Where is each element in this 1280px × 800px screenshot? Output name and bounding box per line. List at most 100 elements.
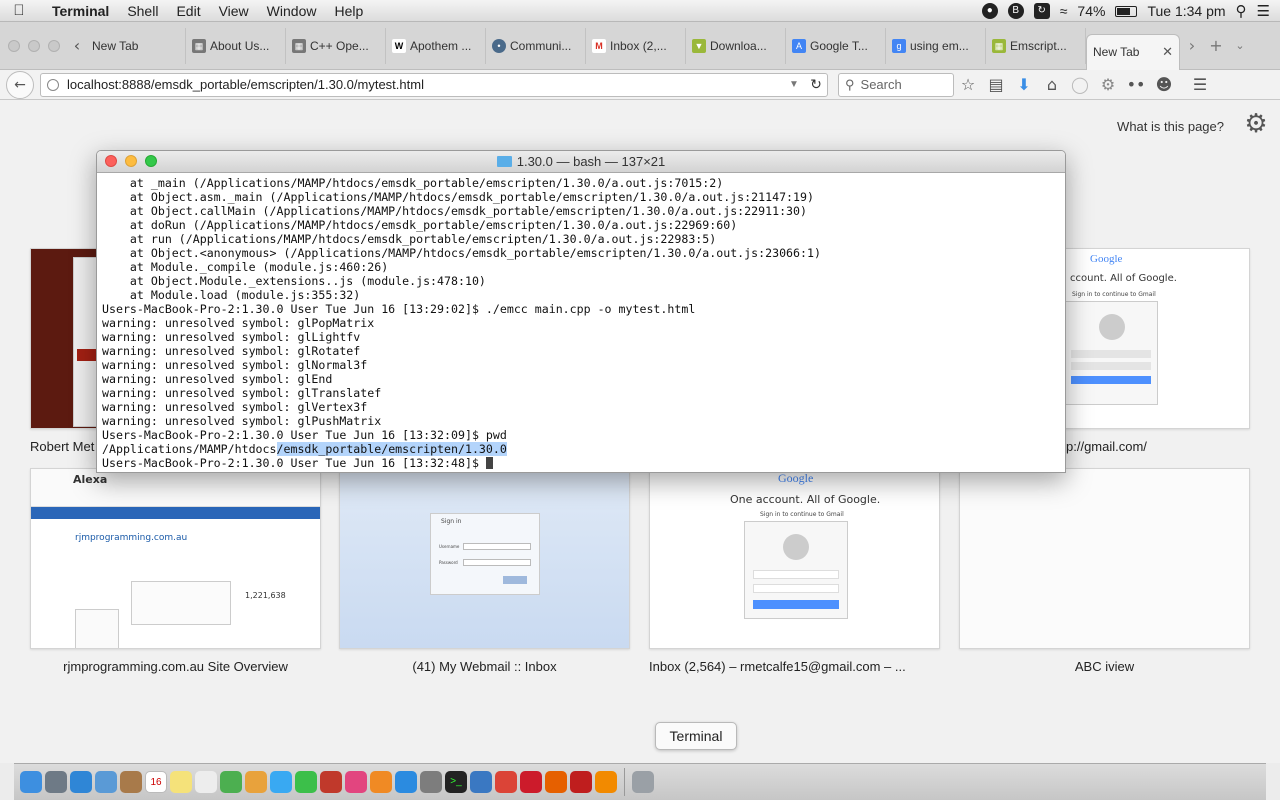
safari-icon[interactable] [70, 771, 92, 793]
tab-4[interactable]: W Apothem ... [386, 27, 486, 64]
terminal-line: at _main (/Applications/MAMP/htdocs/emsd… [102, 176, 724, 190]
google-tagline: One account. All of Google. [730, 493, 881, 506]
tab-scroll-right-icon[interactable]: › [1180, 36, 1204, 55]
terminal-title-bar[interactable]: 1.30.0 — bash — 137×21 [97, 151, 1065, 173]
messages-icon[interactable] [270, 771, 292, 793]
menu-window[interactable]: Window [258, 0, 326, 22]
menu-shell[interactable]: Shell [118, 0, 167, 22]
appstore-icon[interactable] [395, 771, 417, 793]
new-tab-plus-icon[interactable]: + [1204, 36, 1228, 55]
contacts-icon[interactable] [120, 771, 142, 793]
tab-2[interactable]: ▦ About Us... [186, 27, 286, 64]
opera-icon[interactable] [520, 771, 542, 793]
apple-menu-icon[interactable]:  [0, 2, 38, 19]
notification-center-icon[interactable]: ☰ [1257, 2, 1270, 20]
wifi-icon[interactable]: ≈ [1060, 3, 1068, 19]
close-window-button[interactable] [8, 39, 20, 52]
terminal-icon[interactable]: >_ [445, 771, 467, 793]
menu-app-name[interactable]: Terminal [38, 0, 118, 22]
login-card [1064, 301, 1158, 405]
menu-help[interactable]: Help [325, 0, 372, 22]
reminders-icon[interactable] [195, 771, 217, 793]
menulet-b-icon[interactable]: B [1007, 3, 1024, 19]
what-is-this-page-link[interactable]: What is this page? [1117, 119, 1224, 134]
tab-7[interactable]: ▼ Downloa... [686, 27, 786, 64]
notes-icon[interactable] [170, 771, 192, 793]
back-button[interactable]: ← [6, 70, 34, 99]
launchpad-icon[interactable] [45, 771, 67, 793]
tab-active-new-tab[interactable]: New Tab ✕ [1086, 33, 1180, 70]
photos-icon[interactable] [245, 771, 267, 793]
tab-9[interactable]: g using em... [886, 27, 986, 64]
tile-webmail[interactable]: Sign in Username Password [339, 468, 630, 649]
home-icon[interactable]: ⌂ [1038, 75, 1066, 94]
dock-tooltip: Terminal [655, 722, 737, 750]
zoom-window-button[interactable] [145, 155, 157, 167]
tab-10[interactable]: ▦ Emscript... [986, 27, 1086, 64]
selected-text[interactable]: /emsdk_portable/emscripten/1.30.0 [276, 442, 507, 456]
url-text[interactable]: localhost:8888/emsdk_portable/emscripten… [67, 77, 789, 92]
addon-disabled-icon[interactable]: ◯ [1066, 75, 1094, 94]
photobooth-icon[interactable] [320, 771, 342, 793]
maps-icon[interactable] [220, 771, 242, 793]
zoom-window-button[interactable] [48, 39, 60, 52]
minimize-window-button[interactable] [28, 39, 40, 52]
menu-edit[interactable]: Edit [167, 0, 209, 22]
facetime-icon[interactable] [295, 771, 317, 793]
email-field [1071, 350, 1151, 358]
calendar-icon[interactable]: 16 [145, 771, 167, 793]
menulet-circle-icon[interactable]: ● [981, 3, 998, 19]
chrome-icon[interactable] [495, 771, 517, 793]
menulet-sync-icon[interactable]: ↻ [1033, 3, 1050, 19]
terminal-line: Users-MacBook-Pro-2:1.30.0 User Tue Jun … [102, 428, 507, 442]
settings-gear-icon[interactable]: ⚙ [1242, 110, 1270, 138]
trash-icon[interactable] [632, 771, 654, 793]
url-history-dropdown-icon[interactable]: ▼ [789, 79, 805, 90]
minimize-window-button[interactable] [125, 155, 137, 167]
gmail-subtitle: Sign in to continue to Gmail [760, 511, 844, 518]
tile-abc-iview[interactable] [959, 468, 1250, 649]
tab-scroll-left-icon[interactable]: ‹ [68, 36, 86, 55]
reload-icon[interactable]: ↻ [805, 76, 827, 93]
addon-tools-icon[interactable]: ⚙ [1094, 75, 1122, 94]
downloads-icon[interactable]: ⬇ [1010, 75, 1038, 94]
tab-1[interactable]: New Tab [86, 27, 186, 64]
search-input[interactable]: ⚲ Search [838, 72, 954, 97]
list-all-tabs-icon[interactable]: ⌄ [1228, 39, 1252, 52]
xcode-icon[interactable] [470, 771, 492, 793]
finder-icon[interactable] [20, 771, 42, 793]
ibooks-icon[interactable] [370, 771, 392, 793]
battery-icon[interactable] [1115, 5, 1138, 17]
tile-alexa[interactable]: Alexa rjmprogramming.com.au 1,221,638 [30, 468, 321, 649]
overflow-dots-icon[interactable]: •• [1122, 75, 1150, 94]
filezilla-icon[interactable] [570, 771, 592, 793]
terminal-output[interactable]: at _main (/Applications/MAMP/htdocs/emsd… [97, 173, 1065, 470]
tab-label: Communi... [510, 38, 572, 53]
reading-list-icon[interactable]: ▤ [982, 75, 1010, 94]
tab-8[interactable]: A Google T... [786, 27, 886, 64]
close-tab-icon[interactable]: ✕ [1162, 44, 1173, 60]
tab-3[interactable]: ▦ C++ Ope... [286, 27, 386, 64]
hamburger-menu-icon[interactable]: ☰ [1186, 75, 1214, 94]
download-icon: ▼ [692, 38, 706, 53]
url-bar[interactable]: localhost:8888/emsdk_portable/emscripten… [40, 72, 828, 97]
folder-icon [496, 156, 512, 167]
tile-gmail-inbox[interactable]: Google One account. All of Google. Sign … [649, 468, 940, 649]
menu-view[interactable]: View [210, 0, 258, 22]
mail-icon[interactable] [95, 771, 117, 793]
tab-5[interactable]: • Communi... [486, 27, 586, 64]
tab-6[interactable]: M Inbox (2,... [586, 27, 686, 64]
terminal-line: Users-MacBook-Pro-2:1.30.0 User Tue Jun … [102, 302, 696, 316]
spotlight-search-icon[interactable]: ⚲ [1236, 2, 1247, 20]
smiley-feedback-icon[interactable]: ☻ [1150, 75, 1178, 94]
firefox-icon[interactable] [545, 771, 567, 793]
vlc-icon[interactable] [595, 771, 617, 793]
system-preferences-icon[interactable] [420, 771, 442, 793]
clock[interactable]: Tue 1:34 pm [1147, 3, 1225, 19]
password-label: Password [439, 560, 458, 565]
close-window-button[interactable] [105, 155, 117, 167]
battery-percent[interactable]: 74% [1077, 3, 1105, 19]
terminal-window[interactable]: 1.30.0 — bash — 137×21 at _main (/Applic… [96, 150, 1066, 473]
bookmark-star-icon[interactable]: ☆ [954, 75, 982, 94]
itunes-icon[interactable] [345, 771, 367, 793]
